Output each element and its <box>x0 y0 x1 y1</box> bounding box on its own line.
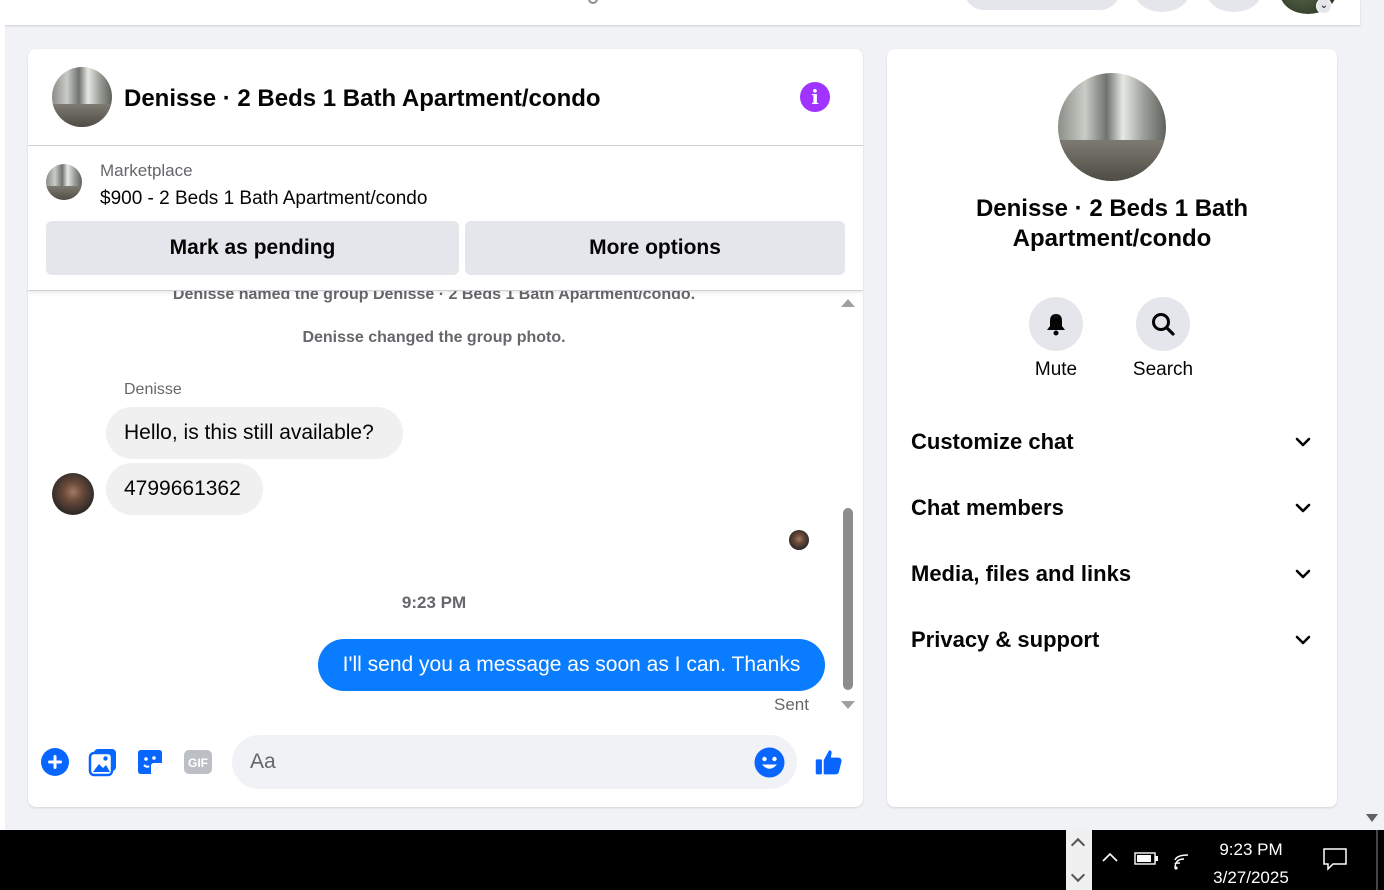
marketplace-label: Marketplace <box>100 161 193 180</box>
chat-header: Denisse · 2 Beds 1 Bath Apartment/condo … <box>28 49 863 146</box>
sender-avatar[interactable] <box>52 473 94 515</box>
chevron-down-icon[interactable] <box>1070 867 1086 883</box>
chevron-down-icon <box>1295 437 1311 447</box>
nav-partial-icon[interactable] <box>588 0 598 4</box>
show-hidden-icons-icon[interactable] <box>1100 848 1120 868</box>
nav-pill-button[interactable] <box>964 0 1120 10</box>
section-label: Privacy & support <box>911 627 1100 652</box>
page-scroll-down-arrow[interactable] <box>1366 814 1378 822</box>
incoming-message-bubble[interactable]: 4799661362 <box>106 463 263 515</box>
info-icon[interactable]: i <box>800 82 830 112</box>
mute-button[interactable]: Mute <box>1016 297 1096 381</box>
message-timestamp: 9:23 PM <box>401 593 467 612</box>
scroll-down-arrow[interactable] <box>841 701 855 709</box>
emoji-icon[interactable] <box>754 747 785 778</box>
sent-status: Sent <box>774 695 809 714</box>
media-files-links-section[interactable]: Media, files and links <box>911 554 1313 594</box>
chat-panel: Denisse · 2 Beds 1 Bath Apartment/condo … <box>28 49 863 807</box>
chat-details-panel: Denisse · 2 Beds 1 Bath Apartment/condo … <box>887 49 1337 807</box>
marketplace-banner: Marketplace $900 - 2 Beds 1 Bath Apartme… <box>28 147 863 291</box>
chevron-down-icon <box>1295 569 1311 579</box>
system-message: Denisse changed the group photo. <box>302 329 566 346</box>
section-label: Chat members <box>911 495 1064 520</box>
top-navigation-bar: ⌄ <box>0 0 1360 25</box>
account-avatar[interactable]: ⌄ <box>1280 0 1336 14</box>
section-label: Media, files and links <box>911 561 1132 586</box>
nav-circle-button[interactable] <box>1134 0 1190 12</box>
incoming-message-bubble[interactable]: Hello, is this still available? <box>106 407 403 459</box>
nav-circle-button[interactable] <box>1206 0 1262 12</box>
listing-thumbnail[interactable] <box>46 164 82 200</box>
mark-as-pending-button[interactable]: Mark as pending <box>46 221 459 275</box>
message-input[interactable] <box>232 735 797 789</box>
show-desktop-button[interactable] <box>1376 830 1378 890</box>
taskbar-scroll-control[interactable] <box>1066 830 1092 890</box>
chat-members-section[interactable]: Chat members <box>911 488 1313 528</box>
page-edge <box>0 25 5 830</box>
battery-icon[interactable] <box>1134 848 1160 868</box>
search-icon[interactable] <box>1136 297 1190 351</box>
photo-icon[interactable] <box>88 747 118 777</box>
chevron-up-icon[interactable] <box>1070 837 1086 853</box>
action-center-icon[interactable] <box>1322 846 1348 872</box>
customize-chat-section[interactable]: Customize chat <box>911 422 1313 462</box>
wifi-icon[interactable] <box>1172 848 1194 870</box>
windows-taskbar: 9:23 PM 3/27/2025 <box>0 830 1384 890</box>
search-label: Search <box>1132 359 1194 380</box>
scrollbar-thumb[interactable] <box>843 508 853 690</box>
group-photo-large[interactable] <box>1058 73 1166 181</box>
thumbs-up-icon[interactable] <box>814 747 844 777</box>
chevron-down-icon <box>1295 503 1311 513</box>
section-label: Customize chat <box>911 429 1074 454</box>
group-photo-avatar[interactable] <box>52 67 112 127</box>
sender-name: Denisse <box>124 381 182 398</box>
search-in-chat-button[interactable]: Search <box>1123 297 1203 381</box>
privacy-support-section[interactable]: Privacy & support <box>911 620 1313 660</box>
gif-icon-text: GIF <box>188 756 208 770</box>
mute-label: Mute <box>1034 359 1078 380</box>
gif-icon[interactable]: GIF <box>183 747 213 777</box>
clock-date: 3/27/2025 <box>1213 868 1289 887</box>
clock-time: 9:23 PM <box>1219 840 1283 859</box>
chevron-down-icon <box>1295 635 1311 645</box>
bell-icon[interactable] <box>1029 297 1083 351</box>
listing-title-link[interactable]: $900 - 2 Beds 1 Bath Apartment/condo <box>100 188 427 210</box>
seen-by-avatar <box>789 530 809 550</box>
more-options-button[interactable]: More options <box>465 221 845 275</box>
sticker-icon[interactable] <box>135 747 165 777</box>
outgoing-message-bubble[interactable]: I'll send you a message as soon as I can… <box>318 639 825 691</box>
chat-title[interactable]: Denisse · 2 Beds 1 Bath Apartment/condo <box>124 85 601 113</box>
chevron-down-icon[interactable]: ⌄ <box>1316 0 1332 14</box>
scroll-up-arrow[interactable] <box>841 299 855 307</box>
taskbar-clock[interactable]: 9:23 PM 3/27/2025 <box>1196 836 1306 890</box>
plus-circle-icon[interactable] <box>40 747 70 777</box>
details-chat-name: Denisse · 2 Beds 1 Bath Apartment/condo <box>975 195 1249 252</box>
